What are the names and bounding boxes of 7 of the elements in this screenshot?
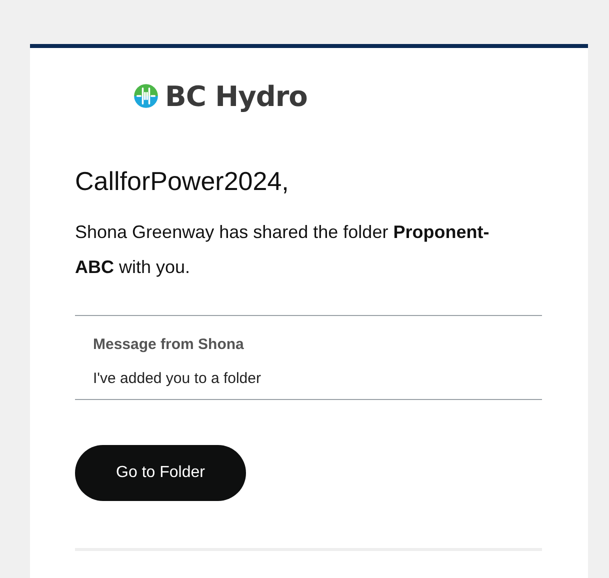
note-heading: Message from Shona [93,336,245,353]
logo-icon [133,83,159,109]
logo-text: BC Hydro [165,80,308,112]
go-to-folder-button[interactable]: Go to Folder [75,445,246,501]
share-message: Shona Greenway has shared the folder Proponent-ABC with you. [75,221,490,279]
note-text: I've added you to a folder [93,370,262,387]
greeting: CallforPower2024, [75,166,290,197]
